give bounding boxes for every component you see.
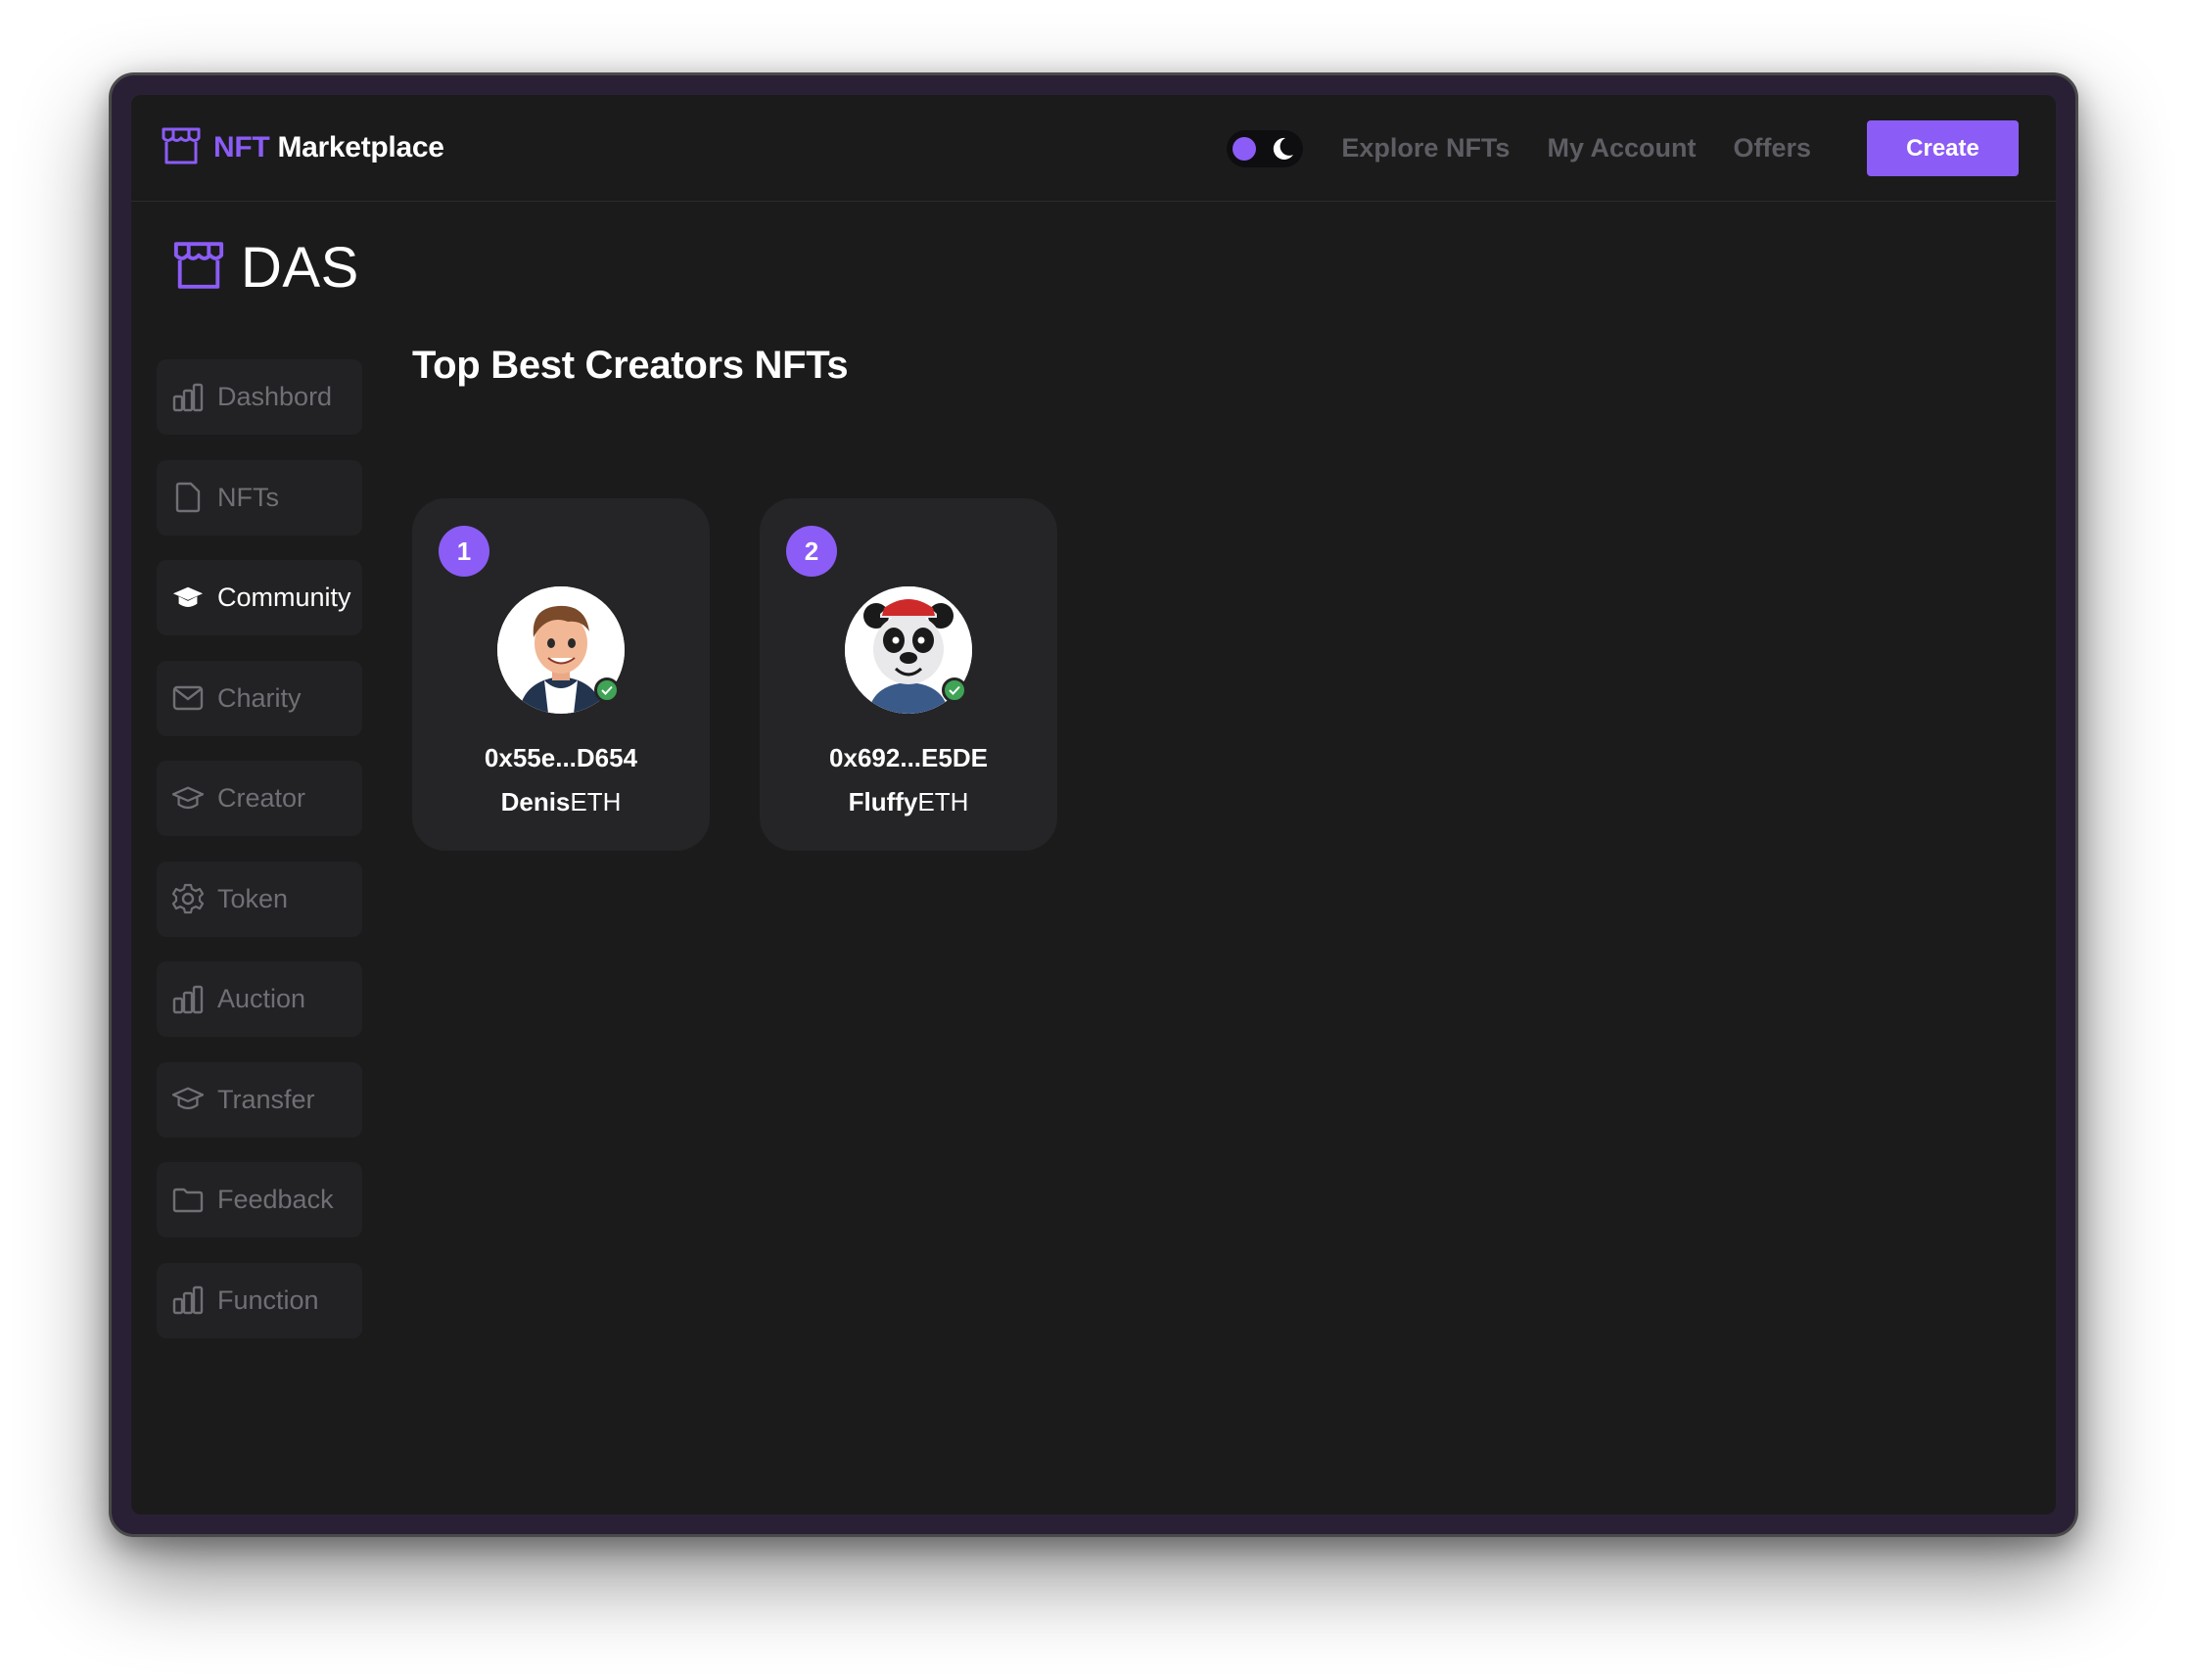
shop-icon xyxy=(161,126,202,170)
dashboard-logo: DAS xyxy=(172,235,359,301)
sidebar-item-label: Transfer xyxy=(217,1084,315,1114)
gear-icon xyxy=(172,883,204,914)
main-nav: Explore NFTs My Account Offers Create xyxy=(1227,120,2019,176)
creator-name: DenisETH xyxy=(412,787,710,817)
creator-username: Fluffy xyxy=(848,787,918,817)
section-title: Top Best Creators NFTs xyxy=(412,344,849,387)
file-icon xyxy=(172,482,204,513)
graduation-cap-icon xyxy=(172,583,204,614)
rank-badge: 1 xyxy=(439,526,489,577)
sidebar-item-label: Token xyxy=(217,883,289,913)
nav-my-account[interactable]: My Account xyxy=(1547,133,1696,163)
toggle-knob xyxy=(1233,136,1257,161)
bar-chart-icon xyxy=(172,1284,204,1316)
sidebar-item-charity[interactable]: Charity xyxy=(157,660,362,736)
creator-card[interactable]: 2 0x692...E5DE FluffyETH xyxy=(760,498,1057,851)
creator-address: 0x55e...D654 xyxy=(484,743,638,772)
sidebar-item-label: Dashbord xyxy=(217,382,333,411)
sidebar-item-dashbord[interactable]: Dashbord xyxy=(157,359,362,435)
sidebar-item-label: Creator xyxy=(217,783,306,813)
brand-name: Marketplace xyxy=(277,131,444,163)
creator-suffix: ETH xyxy=(570,787,622,817)
brand-text: NFT Marketplace xyxy=(213,131,444,164)
brand-logo[interactable]: NFT Marketplace xyxy=(161,126,444,169)
sidebar: Dashbord NFTs Community Charity Creator … xyxy=(157,359,362,1363)
creator-card[interactable]: 1 0x55e...D654 DenisETH xyxy=(412,498,710,851)
sidebar-item-feedback[interactable]: Feedback xyxy=(157,1162,362,1237)
top-navbar: NFT Marketplace Explore NFTs My Account … xyxy=(131,95,2056,202)
bar-chart-icon xyxy=(172,382,204,413)
app-screen: NFT Marketplace Explore NFTs My Account … xyxy=(131,95,2056,1515)
create-button[interactable]: Create xyxy=(1867,120,2019,176)
mail-icon xyxy=(172,682,204,714)
sidebar-item-token[interactable]: Token xyxy=(157,861,362,937)
sidebar-item-creator[interactable]: Creator xyxy=(157,761,362,836)
creator-suffix: ETH xyxy=(917,787,969,817)
sidebar-item-nfts[interactable]: NFTs xyxy=(157,459,362,536)
app-window: NFT Marketplace Explore NFTs My Account … xyxy=(109,72,2078,1537)
folder-icon xyxy=(172,1185,204,1216)
shop-icon xyxy=(172,240,225,296)
sidebar-item-label: Feedback xyxy=(217,1185,334,1214)
sidebar-item-community[interactable]: Community xyxy=(157,560,362,635)
graduation-cap-icon xyxy=(172,783,204,815)
sidebar-item-transfer[interactable]: Transfer xyxy=(157,1061,362,1138)
sidebar-item-label: Community xyxy=(217,583,351,612)
creator-name: FluffyETH xyxy=(760,787,1057,817)
graduation-cap-icon xyxy=(172,1084,204,1115)
creator-address: 0x692...E5DE xyxy=(829,743,988,772)
moon-icon xyxy=(1272,136,1295,166)
verified-badge-icon xyxy=(942,677,967,703)
nav-explore-nfts[interactable]: Explore NFTs xyxy=(1341,133,1510,163)
dashboard-logo-title: DAS xyxy=(241,236,359,300)
creator-username: Denis xyxy=(500,787,571,817)
theme-toggle[interactable] xyxy=(1227,129,1304,167)
sidebar-item-auction[interactable]: Auction xyxy=(157,961,362,1037)
sidebar-item-label: Auction xyxy=(217,984,306,1013)
brand-prefix: NFT xyxy=(213,131,270,163)
sidebar-item-function[interactable]: Function xyxy=(157,1262,362,1338)
sidebar-item-label: NFTs xyxy=(217,482,279,512)
sidebar-item-label: Charity xyxy=(217,682,302,713)
rank-badge: 2 xyxy=(786,526,837,577)
nav-offers[interactable]: Offers xyxy=(1733,133,1811,163)
sidebar-item-label: Function xyxy=(217,1284,319,1315)
verified-badge-icon xyxy=(594,677,620,703)
bar-chart-icon xyxy=(172,984,204,1015)
